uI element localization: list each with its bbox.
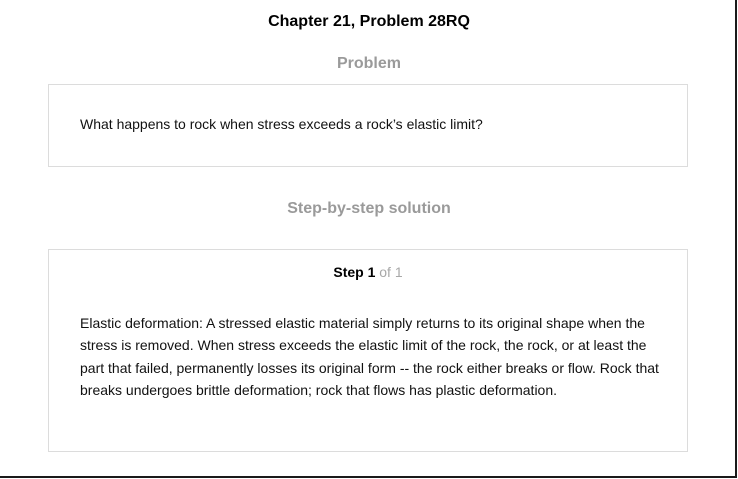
problem-box: What happens to rock when stress exceeds… — [48, 84, 688, 167]
step-label: Step 1 — [333, 264, 376, 280]
solution-heading: Step-by-step solution — [287, 200, 451, 217]
step-count: of 1 — [379, 264, 403, 280]
problem-text: What happens to rock when stress exceeds… — [80, 116, 483, 132]
solution-box: Step 1 of 1 Elastic deformation: A stres… — [48, 249, 688, 452]
solution-text: Elastic deformation: A stressed elastic … — [80, 315, 659, 398]
problem-heading: Problem — [336, 55, 401, 72]
page-title: Chapter 21, Problem 28RQ — [268, 13, 470, 30]
step-indicator: Step 1 of 1 — [49, 263, 687, 281]
